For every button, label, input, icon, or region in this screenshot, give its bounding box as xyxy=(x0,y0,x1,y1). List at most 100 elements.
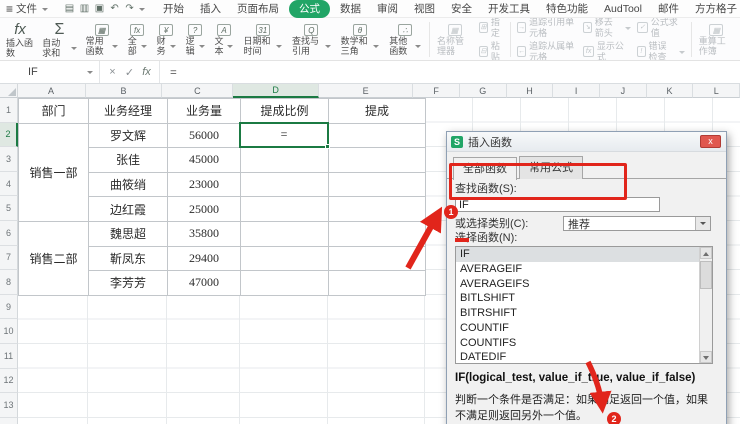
scroll-down-icon[interactable] xyxy=(700,351,712,363)
menu-tab[interactable]: 方方格子 xyxy=(687,0,740,17)
menu-tab[interactable]: 特色功能 xyxy=(538,0,596,17)
chevron-down-icon[interactable] xyxy=(87,71,93,77)
menu-tab[interactable]: 开发工具 xyxy=(480,0,538,17)
remove-arrows-button[interactable]: ↘ 移去箭头 xyxy=(583,18,632,39)
row-header[interactable]: 4 xyxy=(0,171,18,197)
row-header[interactable]: 1 xyxy=(0,98,18,123)
amount-cell[interactable]: 35800 xyxy=(167,220,241,247)
column-header[interactable]: F xyxy=(413,84,460,98)
column-header[interactable]: K xyxy=(646,84,694,98)
row-header[interactable]: 2 xyxy=(0,122,18,148)
function-category-button[interactable]: ∴ 其他函数 xyxy=(384,20,426,59)
function-list-item[interactable]: DATEDIF xyxy=(456,350,712,363)
function-list-item[interactable]: AVERAGEIFS xyxy=(456,277,712,292)
name-box[interactable]: IF xyxy=(0,61,100,83)
close-icon[interactable]: x xyxy=(700,135,721,148)
function-category-button[interactable]: ▦ 常用函数 xyxy=(81,20,123,59)
row-header[interactable]: 7 xyxy=(0,245,18,271)
confirm-entry-icon[interactable]: ✓ xyxy=(121,66,138,79)
evaluate-formula-button[interactable]: ✓ 公式求值 xyxy=(637,18,685,39)
row-header[interactable]: 11 xyxy=(0,343,18,369)
column-header[interactable]: J xyxy=(600,84,647,98)
recalc-workbook-button[interactable]: ▦ 重算工作簿 xyxy=(695,20,738,59)
commission-cell[interactable] xyxy=(328,270,426,296)
manager-cell[interactable]: 魏思超 xyxy=(88,220,168,247)
quick-access-more-icon[interactable] xyxy=(139,7,146,14)
manager-cell[interactable]: 曲筱绡 xyxy=(88,171,168,198)
quick-access-icon[interactable]: ▤ xyxy=(62,3,77,14)
menu-tab[interactable]: 插入 xyxy=(192,0,229,17)
quick-access-icon[interactable]: ↶ xyxy=(107,3,122,14)
show-formulas-button[interactable]: fx 显示公式 xyxy=(583,41,631,60)
quick-access-icon[interactable]: ▣ xyxy=(92,3,107,14)
amount-cell[interactable]: 56000 xyxy=(167,122,241,149)
quick-access-icon[interactable]: ↷ xyxy=(122,3,137,14)
paste-names-button[interactable]: ⊟ 粘贴 xyxy=(479,41,504,60)
function-list-item[interactable]: BITRSHIFT xyxy=(456,306,712,321)
assign-names-button[interactable]: ⊞ 指定 xyxy=(479,18,504,39)
function-category-button[interactable]: Q 查找与引用 xyxy=(287,20,336,59)
menu-tab[interactable]: 视图 xyxy=(406,0,443,17)
amount-cell[interactable]: 45000 xyxy=(167,147,241,173)
column-header[interactable]: B xyxy=(85,84,163,98)
column-header[interactable]: H xyxy=(506,84,554,98)
function-category-button[interactable]: θ 数学和三角 xyxy=(336,20,385,59)
scrollbar-thumb[interactable] xyxy=(700,261,712,289)
search-function-input[interactable] xyxy=(455,197,660,212)
menu-tab[interactable]: 邮件 xyxy=(650,0,687,17)
dept-merged-cell[interactable]: 销售一部 xyxy=(18,122,89,222)
name-manager-button[interactable]: ▦ 名称管理器 xyxy=(433,20,476,59)
commission-cell[interactable] xyxy=(328,122,426,149)
ratio-cell[interactable] xyxy=(240,220,329,247)
ratio-cell[interactable] xyxy=(240,147,329,173)
function-category-button[interactable]: ¥ 财务 xyxy=(152,20,181,59)
function-category-button[interactable]: 31 日期和时间 xyxy=(238,20,287,59)
selected-cell-d2[interactable]: = xyxy=(239,121,330,149)
column-header-selected[interactable]: D xyxy=(233,84,319,98)
amount-cell[interactable]: 23000 xyxy=(167,171,241,198)
function-list-item[interactable]: AVERAGEIF xyxy=(456,262,712,277)
manager-cell[interactable]: 李芳芳 xyxy=(88,270,168,296)
fill-handle[interactable] xyxy=(325,143,330,149)
row-header[interactable]: 3 xyxy=(0,147,18,172)
ratio-cell[interactable] xyxy=(240,196,329,222)
column-header[interactable]: G xyxy=(459,84,507,98)
menu-tab[interactable]: AudTool xyxy=(596,2,650,16)
scroll-up-icon[interactable] xyxy=(700,247,712,259)
manager-cell[interactable]: 边红霞 xyxy=(88,196,168,222)
menu-tab[interactable]: 开始 xyxy=(155,0,192,17)
manager-cell[interactable]: 张佳 xyxy=(88,147,168,173)
menu-tab[interactable]: 公式 xyxy=(289,0,331,18)
row-header[interactable]: 8 xyxy=(0,270,18,295)
ratio-cell[interactable] xyxy=(240,245,329,272)
menu-tab[interactable]: 审阅 xyxy=(369,0,406,17)
row-header[interactable]: 5 xyxy=(0,196,18,221)
category-dropdown[interactable]: 推荐 xyxy=(563,216,711,231)
dialog-tab[interactable]: 常用公式 xyxy=(519,156,583,179)
quick-access-icon[interactable]: ▥ xyxy=(77,3,92,14)
function-list-item[interactable]: IF xyxy=(456,247,712,262)
cancel-entry-icon[interactable]: × xyxy=(104,66,121,78)
commission-table[interactable]: 部门 业务经理 业务量 提成比例 提成 销售一部 罗文辉 56000 张佳 45… xyxy=(18,98,426,296)
column-header[interactable]: L xyxy=(693,84,740,98)
commission-cell[interactable] xyxy=(328,147,426,173)
function-list-item[interactable]: BITLSHIFT xyxy=(456,291,712,306)
dialog-title-bar[interactable]: S 插入函数 x xyxy=(447,132,726,152)
row-header[interactable]: 10 xyxy=(0,319,18,344)
trace-precedents-button[interactable]: → 追踪引用单元格 xyxy=(517,18,577,39)
manager-cell[interactable]: 罗文辉 xyxy=(88,122,168,149)
column-header[interactable]: C xyxy=(162,84,234,98)
menu-tab[interactable]: 安全 xyxy=(443,0,480,17)
error-checking-button[interactable]: ! 错误检查 xyxy=(637,41,685,60)
commission-cell[interactable] xyxy=(328,171,426,198)
function-list-item[interactable]: COUNTIF xyxy=(456,321,712,336)
row-header[interactable]: 6 xyxy=(0,220,18,246)
trace-dependents-button[interactable]: ← 追踪从属单元格 xyxy=(517,41,577,60)
select-all-corner[interactable] xyxy=(0,84,18,98)
column-header[interactable]: E xyxy=(318,84,414,98)
function-list-item[interactable]: COUNTIFS xyxy=(456,336,712,351)
row-header[interactable]: 9 xyxy=(0,294,18,320)
dept-merged-cell[interactable]: 销售二部 xyxy=(18,220,89,296)
column-header[interactable]: I xyxy=(553,84,600,98)
row-header[interactable]: 13 xyxy=(0,393,18,418)
